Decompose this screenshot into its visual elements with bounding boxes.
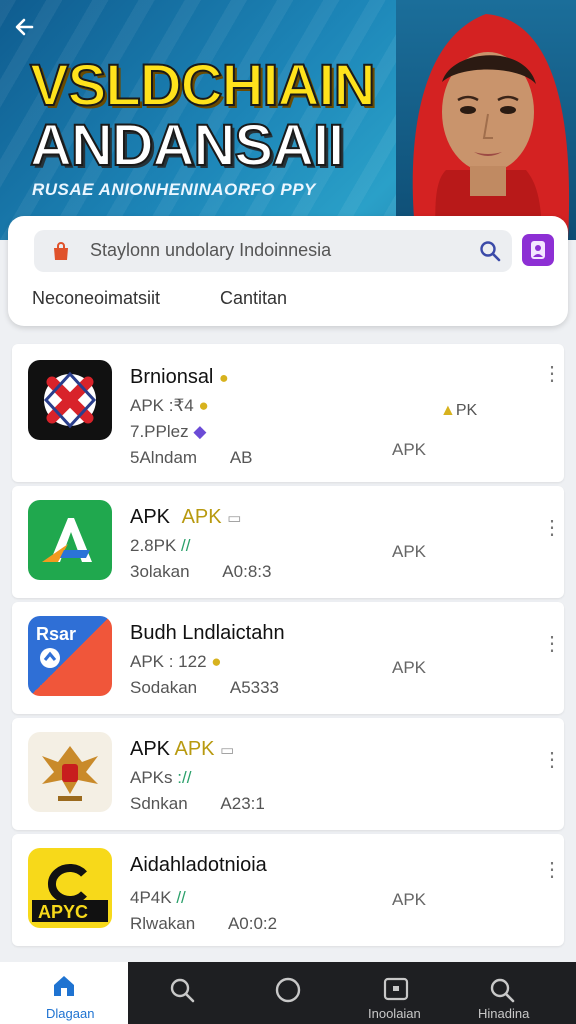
app-name: Aidahladotnioia <box>130 854 267 876</box>
app-icon-a <box>28 500 112 580</box>
app-meta-line3: 3olakan A0:8:3 <box>130 562 272 581</box>
app-extra-label: ▲PK <box>440 402 478 419</box>
app-name: APK APK ▭ <box>130 506 242 528</box>
app-icon-x <box>28 360 112 440</box>
app-meta-line1: APK : 122 ● <box>130 652 222 671</box>
app-meta-line1: 2.8PK // <box>130 536 191 555</box>
app-icon-garuda <box>28 732 112 812</box>
list-item[interactable]: Brnionsal ● APK :₹4 ● 7.PPlez ◆ 5Alndam … <box>12 344 564 482</box>
shield-check-icon: ◆ <box>193 422 207 441</box>
database-icon: ▭ <box>220 742 235 759</box>
nav-item-5[interactable]: Hinadina <box>474 962 534 1024</box>
list-item[interactable]: APYC Aidahladotnioia 4P4K // Rlwakan A0:… <box>12 834 564 946</box>
app-meta-line3: 5Alndam AB <box>130 448 253 467</box>
home-icon <box>54 976 74 996</box>
filter-tab-left[interactable]: Neconeoimatsiit <box>32 288 160 309</box>
search-placeholder: Staylonn undolary Indoinnesia <box>90 240 332 260</box>
app-meta-line1: APKs :// <box>130 768 192 787</box>
coin-icon: ● <box>198 396 209 415</box>
app-meta-line3: Rlwakan A0:0:2 <box>130 914 278 933</box>
verified-badge-icon: ● <box>218 370 229 387</box>
app-meta-line1: APK :₹4 ● <box>130 396 209 415</box>
banner-title-line1: VSLDCHIAIN <box>29 52 376 119</box>
app-type-label: APK <box>392 658 427 677</box>
banner-title-line2: ANDANSAII <box>29 112 345 179</box>
bottom-navigation: Dlagaan Inoolaian Hinadina <box>0 962 576 1024</box>
app-meta-line1: 4P4K // <box>130 888 186 907</box>
app-type-label: APK <box>392 890 427 909</box>
filter-tab-right[interactable]: Cantitan <box>220 288 287 309</box>
app-name: Budh Lndlaictahn <box>130 622 285 644</box>
list-item[interactable]: APK APK ▭ APKs :// Sdnkan A23:1 ⋮ <box>12 718 564 830</box>
search-icon[interactable] <box>478 239 502 263</box>
more-options-icon[interactable]: ⋮ <box>542 518 562 538</box>
search-input[interactable]: Staylonn undolary Indoinnesia <box>34 230 512 272</box>
coin-icon: ● <box>211 652 222 671</box>
circle-icon[interactable] <box>274 976 302 1004</box>
app-type-label: APK <box>392 542 427 561</box>
app-name: APK APK ▭ <box>130 738 235 760</box>
more-options-icon[interactable]: ⋮ <box>542 364 562 384</box>
badge-icon: ▲ <box>440 402 456 419</box>
nav-home[interactable]: Dlagaan <box>0 962 128 1024</box>
app-meta-line3: Sodakan A5333 <box>130 678 280 697</box>
hero-banner: VSLDCHIAIN ANDANSAII RUSAE ANIONHENINAOR… <box>0 0 576 240</box>
app-meta-line3: Sdnkan A23:1 <box>130 794 265 813</box>
database-icon: ▭ <box>227 510 242 527</box>
search-icon[interactable] <box>168 976 196 1004</box>
search-card: Staylonn undolary Indoinnesia Neconeoima… <box>8 216 568 326</box>
back-arrow-icon[interactable] <box>12 14 38 40</box>
app-icon-apyc: APYC <box>28 848 112 928</box>
user-icon <box>531 241 545 259</box>
profile-button[interactable] <box>522 234 554 266</box>
search-icon <box>490 978 515 1003</box>
banner-subtitle: RUSAE ANIONHENINAORFO PPY <box>32 180 316 199</box>
more-options-icon[interactable]: ⋮ <box>542 860 562 880</box>
more-options-icon[interactable]: ⋮ <box>542 634 562 654</box>
nav-item-4[interactable]: Inoolaian <box>366 962 426 1024</box>
list-item[interactable]: APK APK ▭ 2.8PK // 3olakan A0:8:3 APK ⋮ <box>12 486 564 598</box>
app-meta-line2: 7.PPlez ◆ <box>130 422 207 441</box>
woman-portrait-image <box>396 0 576 240</box>
app-name: Brnionsal ● <box>130 366 229 388</box>
list-item[interactable]: Rsar Budh Lndlaictahn APK : 122 ● Sodaka… <box>12 602 564 714</box>
shopping-bag-icon <box>54 242 68 260</box>
app-icon-rsar: Rsar <box>28 616 112 696</box>
more-options-icon[interactable]: ⋮ <box>542 750 562 770</box>
app-square-icon <box>383 977 409 1001</box>
app-type-label: APK <box>392 440 427 459</box>
